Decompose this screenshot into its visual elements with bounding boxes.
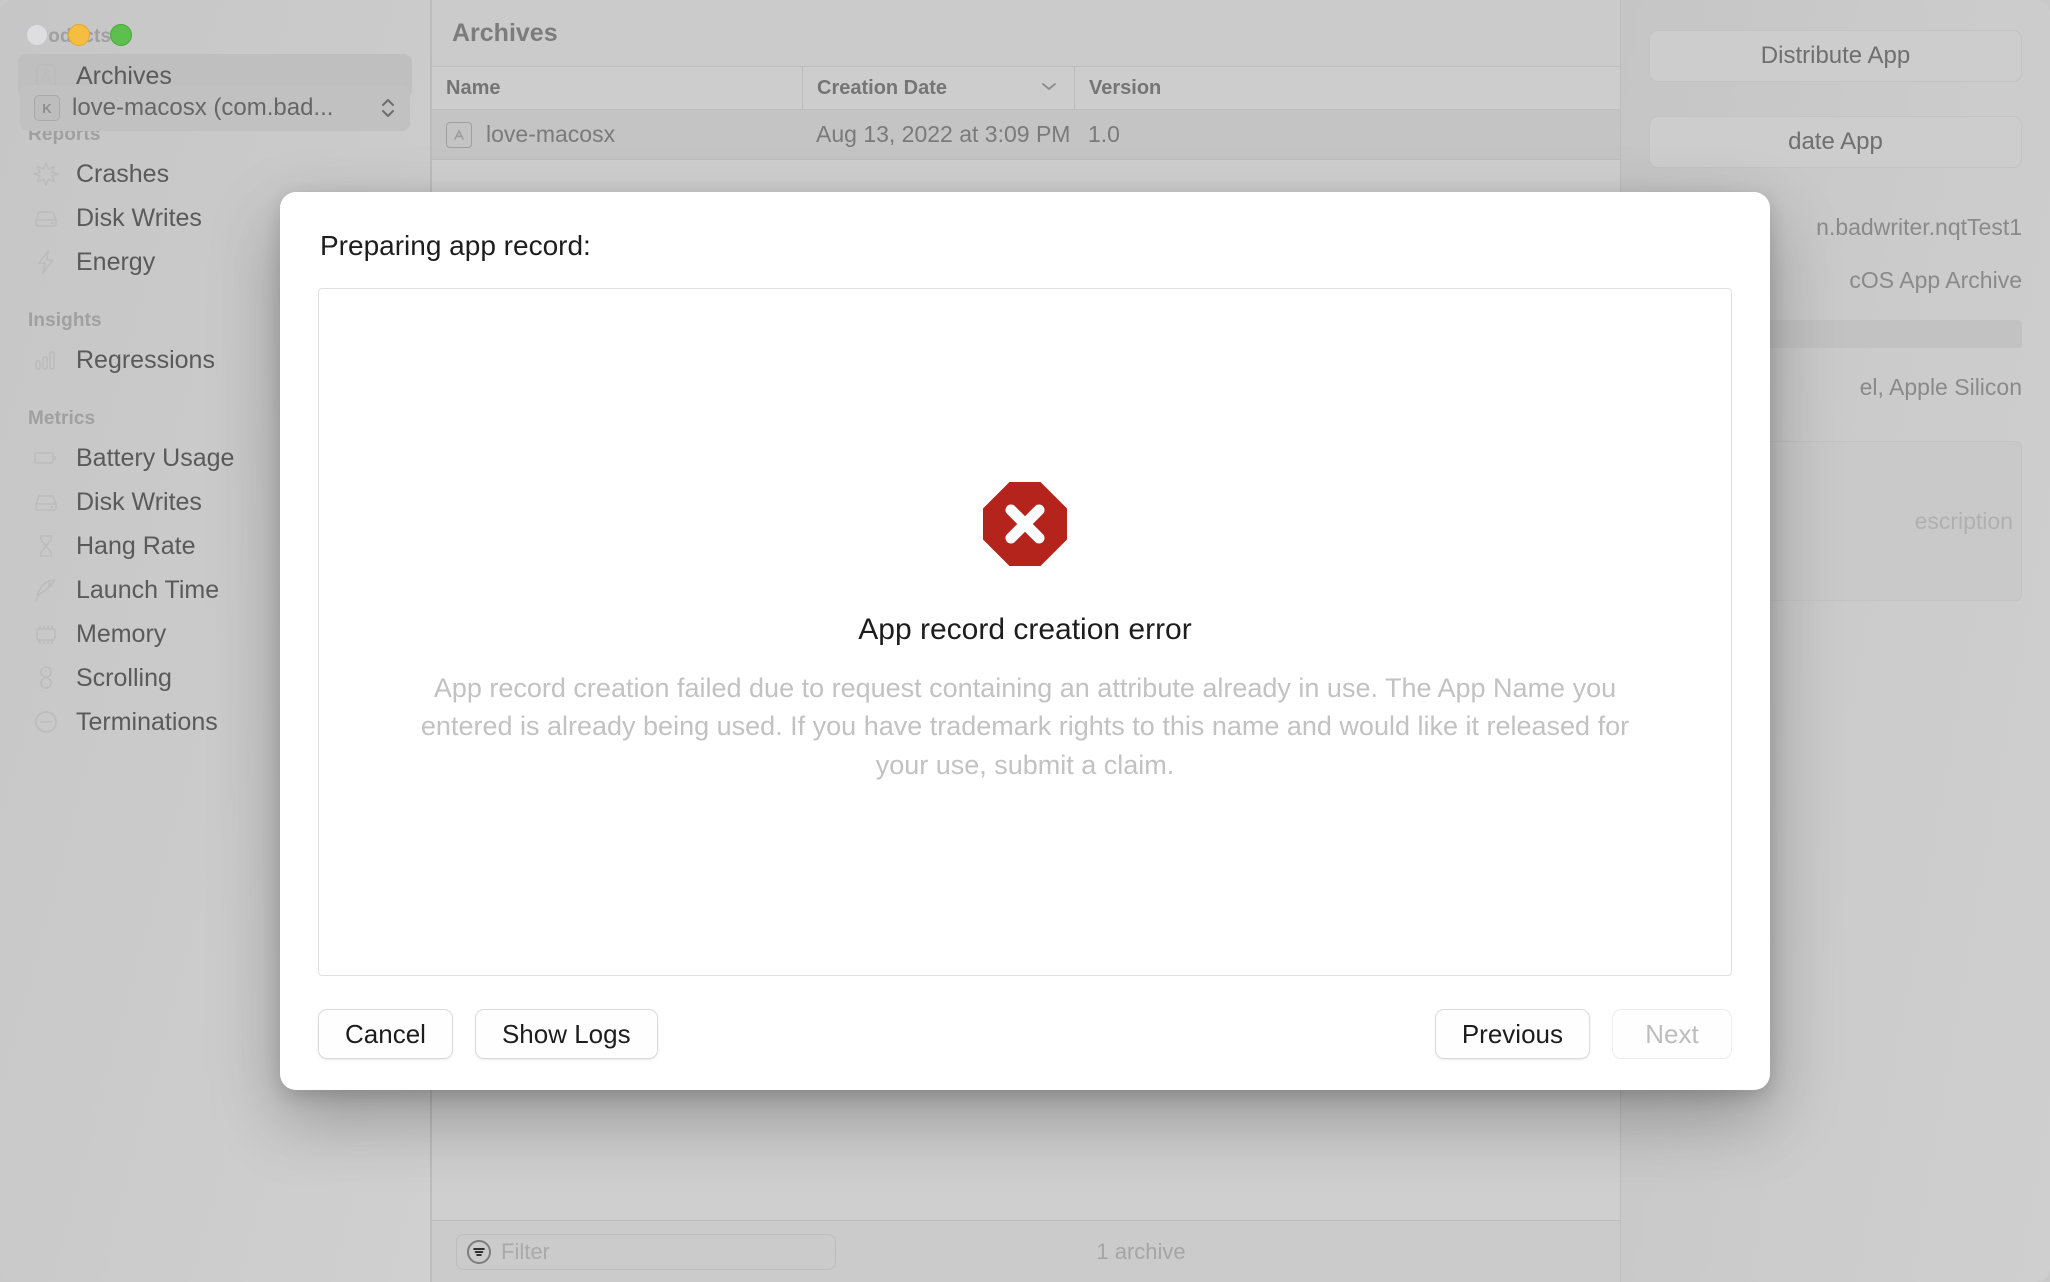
scroll-icon: [32, 664, 60, 692]
sidebar-item-label: Launch Time: [76, 575, 220, 604]
error-title: App record creation error: [858, 613, 1192, 646]
sidebar-item-label: Battery Usage: [76, 443, 235, 472]
cell-version: 1.0: [1088, 121, 1120, 147]
memory-chip-icon: [32, 620, 60, 648]
zoom-window-button[interactable]: [110, 24, 132, 46]
archives-header: Archives: [432, 0, 1620, 66]
sheet-title: Preparing app record:: [320, 230, 591, 261]
filter-input[interactable]: Filter: [456, 1233, 836, 1270]
close-window-button[interactable]: [26, 24, 48, 46]
table-row[interactable]: love-macosx Aug 13, 2022 at 3:09 PM 1.0: [432, 110, 1620, 160]
archive-count-label: 1 archive: [1096, 1238, 1186, 1264]
sidebar-item-crashes[interactable]: Crashes: [18, 152, 412, 196]
app-scheme-icon: K: [34, 95, 60, 121]
sheet-actions: Cancel Show Logs Previous Next: [318, 1008, 1732, 1060]
crash-star-icon: [32, 160, 60, 188]
cancel-button[interactable]: Cancel: [318, 1009, 453, 1059]
minimize-window-button[interactable]: [68, 24, 90, 46]
sheet-body: App record creation error App record cre…: [318, 288, 1732, 976]
organizer-window: K love-macosx (com.bad... Products Archi…: [0, 0, 2050, 1282]
filter-placeholder: Filter: [501, 1238, 550, 1264]
show-logs-button[interactable]: Show Logs: [474, 1009, 658, 1059]
next-button: Next: [1612, 1009, 1732, 1059]
column-header-version[interactable]: Version: [1074, 67, 1620, 109]
filter-icon: [467, 1239, 491, 1264]
battery-icon: [32, 444, 60, 472]
column-header-name[interactable]: Name: [432, 67, 802, 109]
column-header-label: Name: [446, 76, 501, 99]
disk-icon: [32, 488, 60, 516]
cell-name: love-macosx: [432, 121, 802, 148]
sidebar-item-label: Regressions: [76, 345, 215, 374]
disk-icon: [32, 204, 60, 232]
minus-circle-icon: [32, 708, 60, 736]
bar-chart-icon: [32, 346, 60, 374]
sidebar-item-label: Disk Writes: [76, 203, 202, 232]
error-octagon-x-icon: [981, 480, 1069, 573]
error-message: App record creation failed due to reques…: [420, 673, 1630, 780]
hourglass-icon: [32, 532, 60, 560]
chevron-down-icon: [1040, 79, 1058, 97]
column-header-label: Version: [1089, 76, 1162, 99]
cell-creation-date: Aug 13, 2022 at 3:09 PM: [816, 121, 1071, 147]
cell-value: love-macosx: [486, 121, 616, 147]
validate-app-button[interactable]: date App: [1649, 116, 2022, 168]
sidebar-item-label: Disk Writes: [76, 487, 202, 516]
scheme-selector[interactable]: K love-macosx (com.bad...: [20, 85, 410, 131]
sidebar-item-label: Memory: [76, 619, 167, 648]
preparing-app-record-sheet: Preparing app record: App record creatio…: [280, 192, 1770, 1090]
table-header-row: Name Creation Date Version: [432, 66, 1620, 110]
bolt-icon: [32, 248, 60, 276]
sidebar-item-label: Terminations: [76, 707, 218, 736]
sidebar-item-label: Scrolling: [76, 663, 172, 692]
column-header-creation-date[interactable]: Creation Date: [802, 67, 1074, 109]
previous-button[interactable]: Previous: [1434, 1009, 1590, 1059]
page-title: Archives: [452, 18, 558, 47]
sidebar-item-label: Hang Rate: [76, 531, 196, 560]
up-down-chevron-icon: [380, 95, 396, 121]
sidebar-item-label: Energy: [76, 247, 156, 276]
scheme-selector-label: love-macosx (com.bad...: [72, 94, 334, 121]
rocket-icon: [32, 576, 60, 604]
distribute-app-button[interactable]: Distribute App: [1649, 30, 2022, 82]
window-traffic-lights: [26, 24, 132, 46]
column-header-label: Creation Date: [817, 76, 948, 99]
archive-app-icon: [446, 121, 472, 148]
archives-footer: Filter 1 archive: [432, 1220, 1620, 1282]
sidebar-item-label: Crashes: [76, 159, 170, 188]
